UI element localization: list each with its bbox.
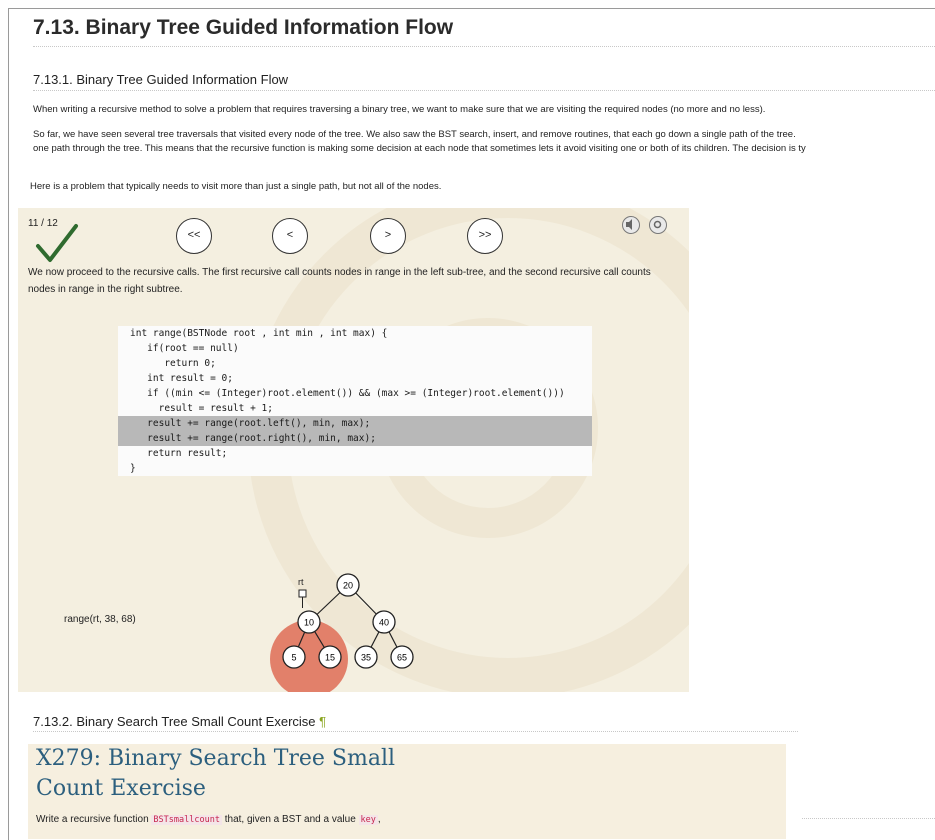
settings-icon[interactable] — [649, 216, 667, 234]
function-name-code: BSTsmallcount — [151, 815, 222, 825]
last-slide-button[interactable]: >> — [467, 218, 503, 254]
tree-node-20: 20 — [336, 573, 360, 597]
svg-text:5: 5 — [291, 653, 296, 663]
exercise-description: Write a recursive function BSTsmallcount… — [36, 814, 381, 825]
key-code: key — [358, 815, 378, 825]
code-line: if(root == null) — [130, 343, 239, 354]
code-line: result = result + 1; — [130, 403, 273, 414]
code-line: result += range(root.right(), min, max); — [118, 431, 592, 446]
checkmark-icon — [34, 222, 80, 269]
range-call-label: range(rt, 38, 68) — [64, 614, 136, 625]
pointer-label: rt — [298, 577, 304, 587]
code-line: result += range(root.left(), min, max); — [118, 416, 592, 431]
section-heading-1: 7.13.1. Binary Tree Guided Information F… — [33, 72, 289, 87]
speaker-icon[interactable] — [622, 216, 640, 234]
pointer-box — [298, 589, 307, 598]
tree-node-40: 40 — [372, 610, 396, 634]
tree-node-65: 65 — [390, 645, 414, 669]
permalink-pilcrow[interactable]: ¶ — [319, 714, 326, 729]
traversal-paragraph-line1: So far, we have seen several tree traver… — [33, 129, 796, 140]
tree-node-35: 35 — [354, 645, 378, 669]
section-heading-2: 7.13.2. Binary Search Tree Small Count E… — [33, 714, 327, 729]
right-divider — [802, 818, 935, 819]
prev-slide-button[interactable]: < — [272, 218, 308, 254]
traversal-paragraph-line2: one path through the tree. This means th… — [33, 143, 806, 154]
svg-text:65: 65 — [397, 653, 407, 663]
tree-node-10: 10 — [297, 610, 321, 634]
first-slide-button[interactable]: << — [176, 218, 212, 254]
code-line: return 0; — [130, 358, 216, 369]
slideshow-visualization: 11 / 12 << < > >> We now proceed to the … — [18, 208, 689, 692]
svg-text:15: 15 — [325, 653, 335, 663]
code-line: int range(BSTNode root , int min , int m… — [130, 328, 388, 339]
next-slide-button[interactable]: > — [370, 218, 406, 254]
tree-node-15: 15 — [318, 645, 342, 669]
section2-divider — [33, 731, 798, 732]
svg-text:35: 35 — [361, 653, 371, 663]
svg-text:10: 10 — [304, 618, 314, 628]
code-line: int result = 0; — [130, 373, 233, 384]
tree-node-5: 5 — [282, 645, 306, 669]
title-divider — [33, 46, 935, 47]
exercise-panel: X279: Binary Search Tree Small Count Exe… — [28, 744, 786, 839]
code-line: return result; — [130, 448, 228, 459]
code-line: } — [130, 463, 136, 474]
section-divider — [33, 90, 935, 91]
intro-paragraph: When writing a recursive method to solve… — [33, 104, 766, 115]
page-title: 7.13. Binary Tree Guided Information Flo… — [33, 16, 454, 39]
exercise-title: X279: Binary Search Tree Small Count Exe… — [36, 746, 396, 801]
svg-text:40: 40 — [379, 618, 389, 628]
problem-paragraph: Here is a problem that typically needs t… — [30, 181, 442, 192]
code-line: if ((min <= (Integer)root.element()) && … — [130, 388, 565, 399]
svg-text:20: 20 — [343, 581, 353, 591]
bst-diagram: rt 20 10 40 5 15 35 65 — [270, 573, 414, 692]
slide-description: We now proceed to the recursive calls. T… — [28, 267, 651, 295]
code-block: int range(BSTNode root , int min , int m… — [118, 326, 592, 476]
